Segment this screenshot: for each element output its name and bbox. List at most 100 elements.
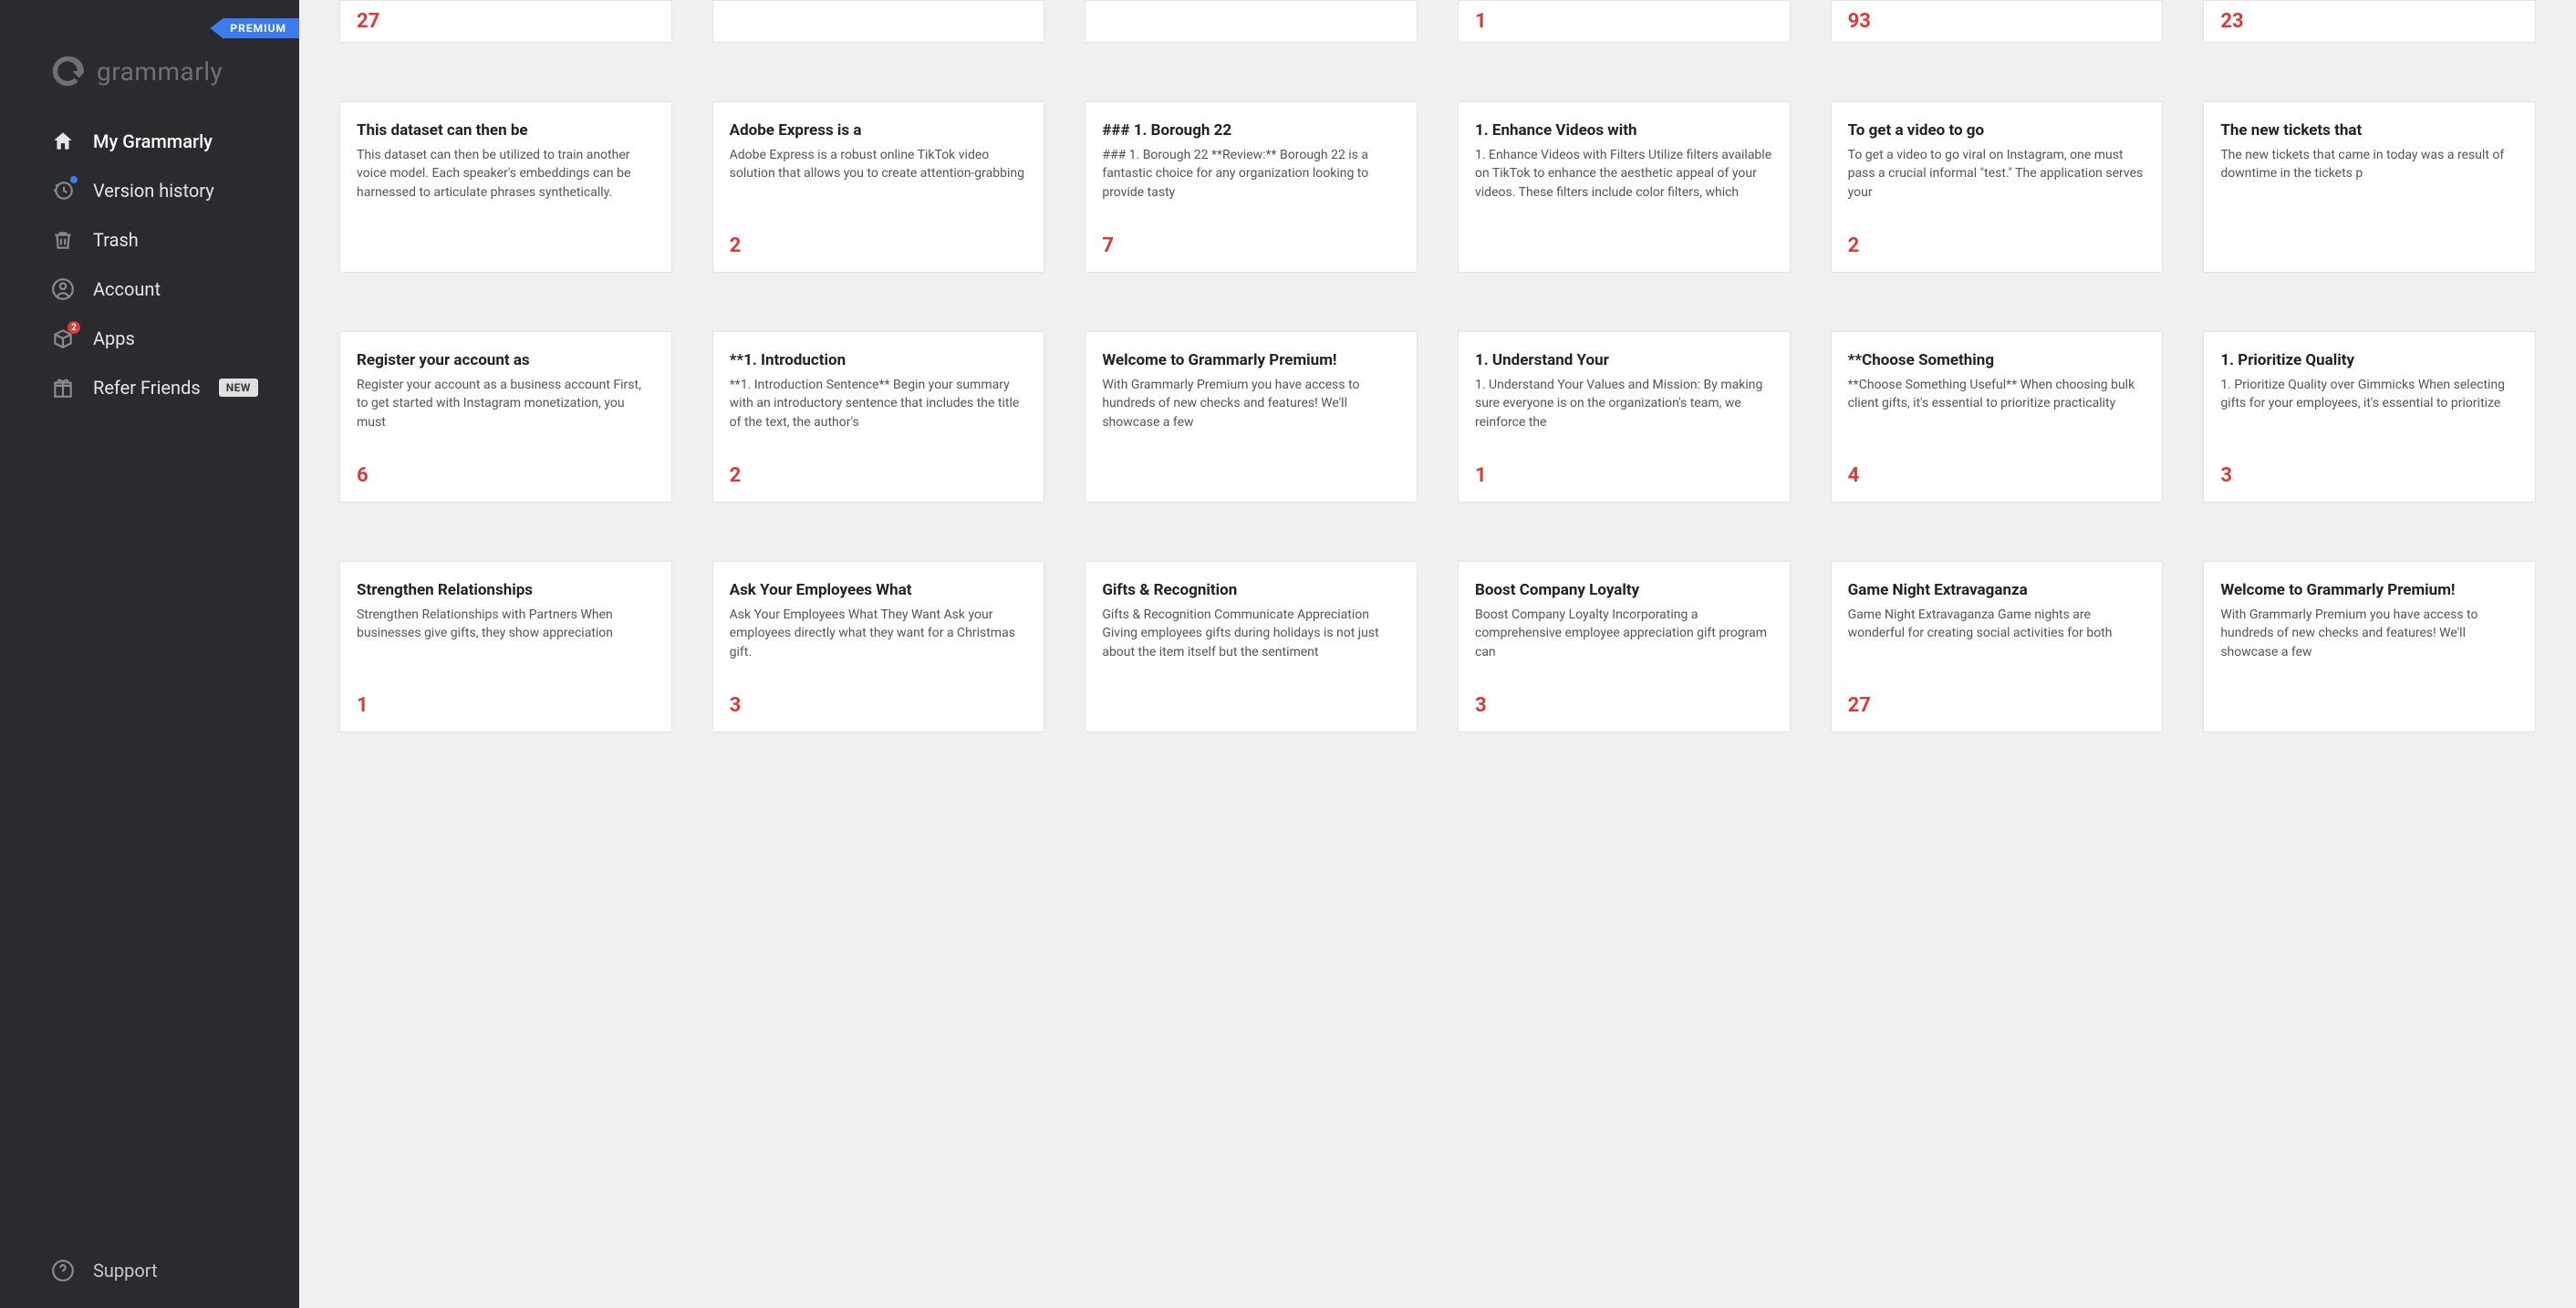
card-alert-count: 1 <box>1475 10 1773 33</box>
nav-refer-friends[interactable]: Refer Friends NEW <box>51 363 299 412</box>
card-title: Strengthen Relationships <box>357 580 655 600</box>
card-alert-count: 93 <box>1848 10 2146 33</box>
card-title: Game Night Extravaganza <box>1848 580 2146 600</box>
document-card[interactable]: Welcome to Grammarly Premium! With Gramma… <box>1085 331 1418 503</box>
document-card[interactable]: To get a video to go To get a video to go… <box>1831 101 2164 273</box>
card-alert-count: 27 <box>357 10 655 33</box>
nav-label: My Grammarly <box>93 130 213 152</box>
card-title: Ask Your Employees What <box>730 580 1028 600</box>
document-card[interactable]: Boost Company Loyalty Boost Company Loyal… <box>1458 561 1791 732</box>
nav-apps[interactable]: 2 Apps <box>51 314 299 363</box>
grammarly-logo-icon <box>51 55 84 88</box>
document-card[interactable]: 1. Enhance Videos with 1. Enhance Videos … <box>1458 101 1791 273</box>
card-alert-count: 7 <box>1102 234 1400 257</box>
card-title: 1. Enhance Videos with <box>1475 120 1773 140</box>
nav-label: Trash <box>93 229 139 251</box>
card-body: Game Night Extravaganza Game nights are … <box>1848 606 2146 685</box>
nav-account[interactable]: Account <box>51 265 299 314</box>
support-label: Support <box>93 1260 158 1282</box>
card-alert-count: 2 <box>1848 234 2146 257</box>
document-card[interactable]: 23 <box>2203 0 2536 43</box>
card-body: Register your account as a business acco… <box>357 376 655 455</box>
card-body: With Grammarly Premium you have access t… <box>1102 376 1400 487</box>
card-alert-count: 1 <box>1475 464 1773 487</box>
card-title: 1. Understand Your <box>1475 350 1773 370</box>
card-body: Boost Company Loyalty Incorporating a co… <box>1475 606 1773 685</box>
premium-badge: PREMIUM <box>210 18 299 38</box>
card-body: 1. Prioritize Quality over Gimmicks When… <box>2220 376 2519 455</box>
history-icon <box>51 179 75 202</box>
document-card[interactable]: Ask Your Employees What Ask Your Employee… <box>712 561 1045 732</box>
brand-name: grammarly <box>97 57 223 87</box>
card-title: ### 1. Borough 22 <box>1102 120 1400 140</box>
card-alert-count: 23 <box>2220 10 2519 33</box>
card-alert-count: 3 <box>2220 464 2519 487</box>
card-title: Gifts & Recognition <box>1102 580 1400 600</box>
document-card[interactable]: Game Night Extravaganza Game Night Extrav… <box>1831 561 2164 732</box>
nav-support[interactable]: Support <box>0 1237 299 1308</box>
nav-label: Apps <box>93 327 135 349</box>
document-card[interactable]: Register your account as Register your ac… <box>339 331 672 503</box>
document-card[interactable]: **1. Introduction**1. Introduction Sente… <box>712 331 1045 503</box>
card-body: **1. Introduction Sentence** Begin your … <box>730 376 1028 455</box>
document-card[interactable]: Strengthen Relationships Strengthen Relat… <box>339 561 672 732</box>
nav-trash[interactable]: Trash <box>51 215 299 265</box>
card-body: Ask Your Employees What They Want Ask yo… <box>730 606 1028 685</box>
card-alert-count: 27 <box>1848 694 2146 717</box>
card-body: ### 1. Borough 22 **Review:** Borough 22… <box>1102 146 1400 225</box>
document-card[interactable]: Welcome to Grammarly Premium! With Gramma… <box>2203 561 2536 732</box>
apps-count-badge: 2 <box>68 321 80 334</box>
document-card[interactable]: 1 <box>1458 0 1791 43</box>
card-body: The new tickets that came in today was a… <box>2220 146 2519 257</box>
card-title: 1. Prioritize Quality <box>2220 350 2519 370</box>
document-card[interactable]: The new tickets that The new tickets that… <box>2203 101 2536 273</box>
card-title: This dataset can then be <box>357 120 655 140</box>
document-grid: 2719323This dataset can then beThis data… <box>339 0 2536 732</box>
gift-icon <box>51 376 75 400</box>
logo[interactable]: grammarly <box>0 0 299 117</box>
nav-version-history[interactable]: Version history <box>51 166 299 215</box>
card-body: Adobe Express is a robust online TikTok … <box>730 146 1028 225</box>
document-card[interactable] <box>712 0 1045 43</box>
card-body: To get a video to go viral on Instagram,… <box>1848 146 2146 225</box>
card-title: To get a video to go <box>1848 120 2146 140</box>
card-alert-count: 6 <box>357 464 655 487</box>
nav: My Grammarly Version history Trash <box>0 117 299 1237</box>
sidebar: PREMIUM grammarly My Grammarly <box>0 0 299 1308</box>
document-card[interactable]: 27 <box>339 0 672 43</box>
home-icon <box>51 130 75 153</box>
new-pill: NEW <box>219 379 258 397</box>
card-title: Welcome to Grammarly Premium! <box>2220 580 2519 600</box>
document-card[interactable]: 1. Prioritize Quality 1. Prioritize Quali… <box>2203 331 2536 503</box>
document-card[interactable]: **Choose Something**Choose Something Use… <box>1831 331 2164 503</box>
document-card[interactable]: This dataset can then beThis dataset can… <box>339 101 672 273</box>
card-alert-count: 3 <box>1475 694 1773 717</box>
card-body: Strengthen Relationships with Partners W… <box>357 606 655 685</box>
card-title: Register your account as <box>357 350 655 370</box>
card-title: Adobe Express is a <box>730 120 1028 140</box>
nav-label: Version history <box>93 180 214 202</box>
card-alert-count: 2 <box>730 464 1028 487</box>
document-card[interactable]: Gifts & RecognitionGifts & Recognition C… <box>1085 561 1418 732</box>
card-title: Boost Company Loyalty <box>1475 580 1773 600</box>
card-title: Welcome to Grammarly Premium! <box>1102 350 1400 370</box>
notification-dot-icon <box>70 176 78 183</box>
document-card[interactable]: 1. Understand Your1. Understand Your Val… <box>1458 331 1791 503</box>
card-body: With Grammarly Premium you have access t… <box>2220 606 2519 717</box>
apps-icon: 2 <box>51 327 75 350</box>
trash-icon <box>51 228 75 252</box>
card-body: **Choose Something Useful** When choosin… <box>1848 376 2146 455</box>
main-content: 2719323This dataset can then beThis data… <box>299 0 2576 1308</box>
card-alert-count: 1 <box>357 694 655 717</box>
nav-label: Refer Friends <box>93 377 201 399</box>
document-card[interactable]: ### 1. Borough 22 ### 1. Borough 22 **Rev… <box>1085 101 1418 273</box>
document-card[interactable] <box>1085 0 1418 43</box>
document-card[interactable]: 93 <box>1831 0 2164 43</box>
card-body: 1. Enhance Videos with Filters Utilize f… <box>1475 146 1773 257</box>
card-alert-count: 2 <box>730 234 1028 257</box>
user-icon <box>51 277 75 301</box>
help-icon <box>51 1259 75 1282</box>
nav-my-grammarly[interactable]: My Grammarly <box>51 117 299 166</box>
document-card[interactable]: Adobe Express is a Adobe Express is a rob… <box>712 101 1045 273</box>
card-title: The new tickets that <box>2220 120 2519 140</box>
